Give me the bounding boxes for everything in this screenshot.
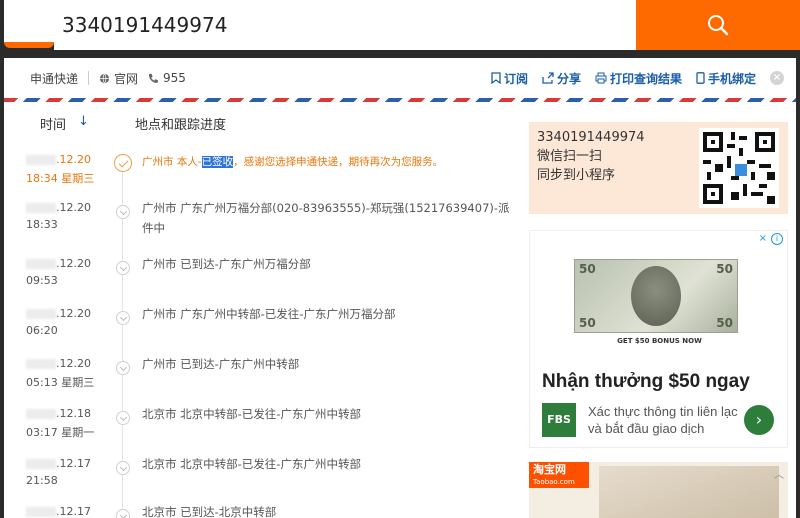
hotline-number: 955	[163, 71, 186, 85]
official-site-link[interactable]: 官网	[99, 70, 138, 87]
taobao-logo: 淘宝网 Taobao.com	[529, 462, 589, 488]
mini-program-text: 3340191449974 微信扫一扫 同步到小程序	[537, 128, 645, 185]
highlighted-text: 已签收	[201, 156, 234, 168]
check-circle-icon	[114, 154, 132, 172]
ad-info-icon[interactable]: i	[771, 233, 783, 245]
row-time: 05:13 星期三	[26, 376, 95, 389]
phone-icon	[696, 72, 705, 84]
row-status: 广州市 广东广州万福分部(020-83963555)-郑玩强(152176394…	[142, 201, 510, 235]
chevron-circle-icon	[116, 411, 130, 425]
print-icon	[595, 72, 607, 84]
row-time: 21:58	[26, 474, 58, 487]
ad-headline: Nhận thưởng $50 ngay	[542, 371, 750, 392]
taobao-ad[interactable]: 淘宝网 Taobao.com ︿	[529, 462, 788, 518]
chevron-up-icon[interactable]: ︿	[774, 466, 784, 481]
chevron-circle-icon	[116, 509, 130, 518]
time-column-header[interactable]: 时间	[40, 114, 66, 133]
tracking-number-input[interactable]	[54, 0, 636, 50]
row-date: .12.20	[26, 254, 96, 274]
divider	[88, 71, 90, 85]
tracking-result-card: 申通快递 官网 955 订阅 分享 打印查询结果 手机绑定 × 时间 ↓ 地点和…	[4, 58, 796, 518]
mini-scan-hint: 微信扫一扫	[537, 149, 603, 164]
fbs-ad[interactable]: i × 50 50 50 50 GET $50 BONUS NOW Nhận t…	[529, 230, 788, 448]
ad-photo	[599, 466, 779, 518]
app-logo	[4, 0, 54, 48]
search-bar	[0, 0, 800, 52]
share-button[interactable]: 分享	[542, 70, 581, 87]
share-label: 分享	[556, 71, 581, 86]
bind-phone-button[interactable]: 手机绑定	[696, 70, 756, 87]
fbs-logo: FBS	[542, 403, 576, 437]
chevron-circle-icon	[116, 461, 130, 475]
dollar-bill-image: 50 50 50 50	[574, 259, 738, 333]
print-label: 打印查询结果	[609, 71, 682, 86]
location-column-header: 地点和跟踪进度	[135, 118, 227, 133]
bind-phone-label: 手机绑定	[707, 71, 756, 86]
row-date: .12.20	[26, 198, 96, 218]
qr-code-icon[interactable]	[699, 128, 779, 208]
share-icon	[542, 72, 554, 84]
row-time: 09:53	[26, 274, 58, 287]
row-status: 北京市 北京中转部-已发往-广东广州中转部	[142, 407, 361, 421]
row-status: 北京市 北京中转部-已发往-广东广州中转部	[142, 457, 361, 471]
search-button[interactable]	[636, 0, 800, 50]
subscribe-label: 订阅	[503, 71, 528, 86]
chevron-circle-icon	[116, 361, 130, 375]
row-date: .12.17	[26, 454, 96, 474]
chevron-circle-icon	[116, 205, 130, 219]
portrait-image	[631, 266, 681, 326]
mini-tracking-number: 3340191449974	[537, 130, 645, 145]
chevron-circle-icon	[116, 311, 130, 325]
row-status: 广州市 本人-已签收，感谢您选择申通快递，期待再次为您服务。	[142, 156, 444, 168]
row-date: .12.20	[26, 354, 96, 374]
mini-sync-hint: 同步到小程序	[537, 168, 616, 183]
search-icon	[708, 15, 729, 36]
ad-description: Xác thực thông tin liên lạc và bắt đầu g…	[588, 404, 738, 436]
row-status: 广州市 广东广州中转部-已发往-广东广州万福分部	[142, 307, 396, 321]
ad-bonus-caption: GET $50 BONUS NOW	[617, 337, 702, 345]
result-toolbar: 申通快递 官网 955 订阅 分享 打印查询结果 手机绑定 ×	[4, 58, 796, 98]
official-site-label: 官网	[114, 71, 139, 86]
row-time: 06:20	[26, 324, 58, 337]
chevron-circle-icon	[116, 261, 130, 275]
row-status: 北京市 已到达-北京中转部	[142, 505, 277, 518]
row-date: .12.20	[26, 304, 96, 324]
carrier-name: 申通快递	[30, 71, 79, 86]
bookmark-icon	[491, 72, 501, 84]
sort-arrow-icon[interactable]: ↓	[78, 114, 89, 129]
phone-handset-icon	[148, 73, 158, 83]
ad-arrow-button[interactable]: ›	[744, 405, 774, 435]
hotline[interactable]: 955	[148, 71, 186, 85]
subscribe-button[interactable]: 订阅	[491, 70, 528, 87]
row-date: .12.17	[26, 502, 96, 518]
row-date: .12.18	[26, 404, 96, 424]
row-time: 03:17 星期一	[26, 426, 95, 439]
print-button[interactable]: 打印查询结果	[595, 70, 682, 87]
globe-icon	[99, 73, 110, 83]
row-date: .12.20	[26, 150, 96, 170]
mini-program-panel: 3340191449974 微信扫一扫 同步到小程序	[529, 122, 788, 214]
airmail-border	[4, 98, 796, 102]
row-time: 18:33	[26, 218, 58, 231]
ad-close-icon[interactable]: ×	[759, 233, 767, 244]
row-status: 广州市 已到达-广东广州万福分部	[142, 257, 311, 271]
row-status: 广州市 已到达-广东广州中转部	[142, 357, 300, 371]
close-icon[interactable]: ×	[770, 71, 784, 85]
row-time: 18:34 星期三	[26, 172, 95, 185]
timeline-header: 时间 ↓ 地点和跟踪进度	[4, 114, 524, 134]
